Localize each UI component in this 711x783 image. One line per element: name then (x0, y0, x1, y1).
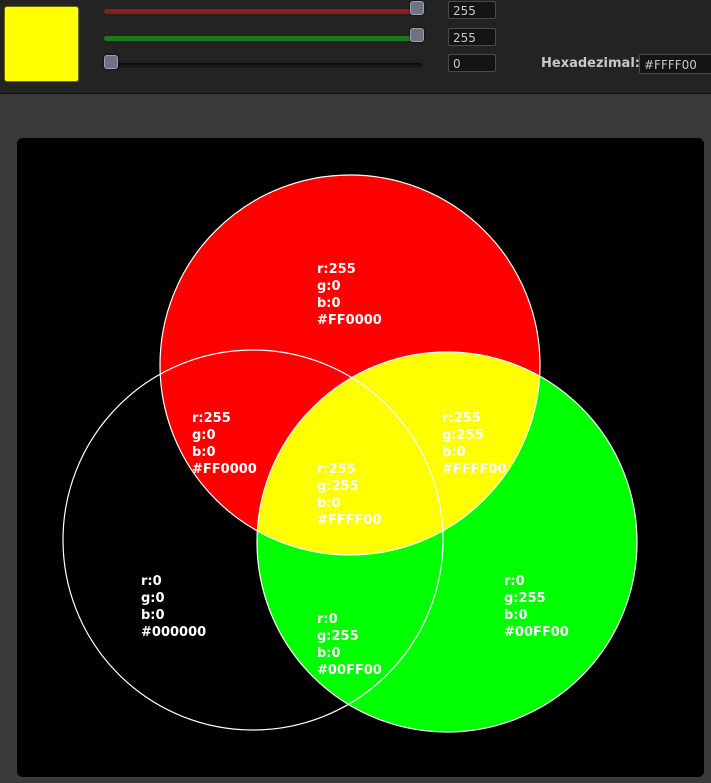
red-slider-fill (104, 9, 422, 14)
blue-slider[interactable] (104, 55, 425, 73)
red-slider-thumb[interactable] (410, 1, 424, 15)
region-label-red-black: r:255 g:0 b:0 #FF0000 (192, 411, 257, 477)
region-label-center: r:255 g:255 b:0 #FFFF00 (317, 462, 382, 528)
blue-slider-track[interactable] (104, 63, 422, 68)
region-label-red-only: r:255 g:0 b:0 #FF0000 (317, 262, 382, 328)
region-label-black-only: r:0 g:0 b:0 #000000 (141, 574, 207, 640)
blue-value-input[interactable]: 0 (448, 54, 496, 72)
red-slider-track[interactable] (104, 9, 422, 14)
green-slider[interactable] (104, 28, 425, 46)
color-control-bar: 255 255 0 Hexadezimal: #FFFF00 (0, 0, 711, 94)
green-slider-thumb[interactable] (410, 28, 424, 42)
red-value-input[interactable]: 255 (448, 1, 496, 19)
region-label-green-only: r:0 g:255 b:0 #00FF00 (504, 574, 569, 640)
venn-stage: r:255 g:0 b:0 #FF0000 r:255 g:0 b:0 #FF0000 r:… (17, 138, 704, 777)
green-slider-track[interactable] (104, 36, 422, 41)
green-slider-fill (104, 36, 422, 41)
region-label-green-black: r:0 g:255 b:0 #00FF00 (317, 612, 382, 678)
red-slider[interactable] (104, 1, 425, 19)
green-value-input[interactable]: 255 (448, 28, 496, 46)
color-preview-swatch (4, 6, 79, 82)
blue-slider-thumb[interactable] (104, 55, 118, 69)
hex-input[interactable]: #FFFF00 (639, 54, 711, 74)
hex-label: Hexadezimal: (541, 56, 640, 71)
region-label-red-green: r:255 g:255 b:0 #FFFF00 (442, 411, 507, 477)
